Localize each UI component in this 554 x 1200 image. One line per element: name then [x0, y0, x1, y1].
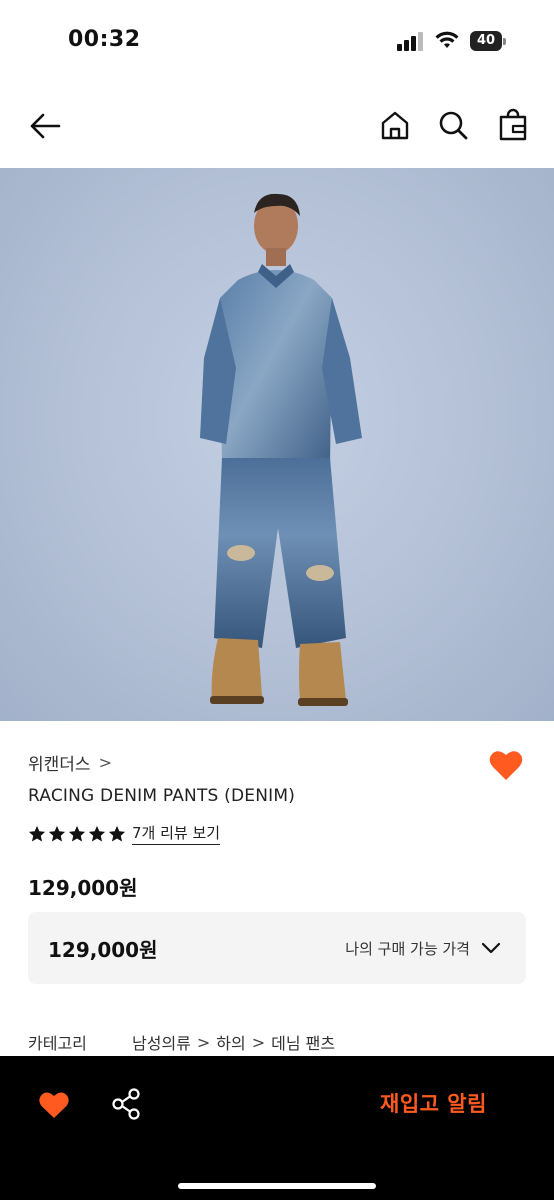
heart-icon[interactable]	[38, 1090, 70, 1120]
star-icon	[88, 825, 106, 841]
product-price: 129,000원	[28, 876, 138, 900]
status-bar: 00:32 40	[0, 0, 554, 84]
product-image[interactable]	[0, 168, 554, 721]
shopping-bag-icon[interactable]	[496, 108, 530, 142]
status-time: 00:32	[68, 27, 141, 52]
category-row: 카테고리 남성의류 > 하의 > 데님 팬츠	[28, 1030, 335, 1054]
star-icon	[28, 825, 46, 841]
battery-cap	[503, 38, 506, 45]
category-breadcrumb: 남성의류 > 하의 > 데님 팬츠	[132, 1030, 335, 1054]
chevron-right-icon: >	[196, 1032, 211, 1052]
share-icon[interactable]	[110, 1087, 142, 1121]
star-icon	[48, 825, 66, 841]
model-illustration	[200, 193, 362, 706]
star-icon	[68, 825, 86, 841]
home-indicator	[178, 1183, 376, 1189]
chevron-right-icon: >	[251, 1032, 266, 1052]
purchasable-price: 129,000원	[48, 938, 158, 962]
wifi-icon	[435, 31, 459, 48]
category-crumb[interactable]: 남성의류	[132, 1030, 191, 1054]
battery-icon: 40	[470, 31, 506, 51]
purchasable-price-label: 나의 구매 가능 가격	[345, 940, 470, 958]
brand-link[interactable]: 위캔더스 >	[28, 750, 112, 775]
category-crumb[interactable]: 하의	[216, 1030, 245, 1054]
back-arrow-icon[interactable]	[28, 109, 62, 143]
star-icon	[108, 825, 126, 841]
purchasable-price-box[interactable]: 129,000원 나의 구매 가능 가격	[28, 912, 526, 984]
chevron-down-icon	[481, 942, 501, 954]
brand-name: 위캔더스	[28, 755, 91, 775]
review-link[interactable]: 7개 리뷰 보기	[132, 822, 221, 845]
category-crumb[interactable]: 데님 팬츠	[271, 1030, 335, 1054]
bottom-action-bar: 재입고 알림	[0, 1056, 554, 1200]
chevron-right-icon: >	[98, 753, 112, 772]
signal-icon	[397, 32, 423, 51]
search-icon[interactable]	[436, 108, 470, 142]
home-icon[interactable]	[378, 108, 412, 142]
category-label: 카테고리	[28, 1034, 87, 1053]
top-navigation	[0, 96, 554, 160]
rating-row: 7개 리뷰 보기	[28, 822, 221, 845]
star-rating	[28, 825, 126, 843]
heart-icon[interactable]	[488, 748, 524, 782]
product-name: RACING DENIM PANTS (DENIM)	[28, 786, 296, 806]
battery-level: 40	[470, 31, 502, 51]
restock-alert-button[interactable]: 재입고 알림	[380, 1088, 487, 1118]
